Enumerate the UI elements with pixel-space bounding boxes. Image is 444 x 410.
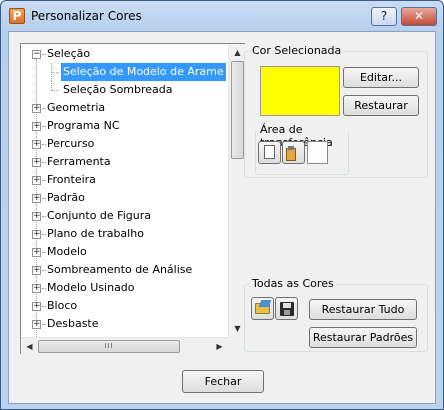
- tree-item-label: Seleção Sombreada: [63, 83, 173, 96]
- dialog-window: P Personalizar Cores ? ✕ − Seleção Seleção…: [0, 0, 444, 410]
- expand-plus-icon[interactable]: +: [32, 302, 41, 311]
- expand-plus-icon[interactable]: +: [32, 230, 41, 239]
- save-disk-icon-label: [283, 303, 291, 308]
- tree-item-label: Percurso: [47, 137, 95, 150]
- tree-connector: [51, 81, 52, 90]
- tree-item[interactable]: + Percurso: [21, 135, 228, 153]
- tree-connector: [51, 90, 59, 91]
- collapse-minus-icon[interactable]: −: [32, 50, 41, 59]
- expand-plus-icon[interactable]: +: [32, 284, 41, 293]
- tree-item-label: Seleção de Modelo de Arame: [61, 63, 226, 81]
- save-disk-icon-shutter: [284, 310, 290, 315]
- expand-plus-icon[interactable]: +: [32, 266, 41, 275]
- tree-item-label: Seleção: [47, 47, 91, 60]
- expand-plus-icon[interactable]: +: [32, 212, 41, 221]
- save-colors-button[interactable]: [275, 297, 298, 320]
- tree-horizontal-scrollbar[interactable]: ◀ III ▶: [21, 337, 228, 354]
- tree-item-label: Bloco: [47, 299, 78, 312]
- tree-item-label: Modelo Usinado: [47, 281, 135, 294]
- expand-plus-icon[interactable]: +: [32, 104, 41, 113]
- expand-plus-icon[interactable]: +: [32, 320, 41, 329]
- tree-item[interactable]: + Geometria: [21, 99, 228, 117]
- expand-plus-icon[interactable]: +: [32, 176, 41, 185]
- tree-item-label: Padrão: [47, 191, 85, 204]
- save-disk-icon: [280, 302, 294, 316]
- dialog-client-area: − Seleção Seleção de Modelo de Arame Seleçã…: [8, 31, 436, 404]
- tree-items-container: − Seleção Seleção de Modelo de Arame Seleçã…: [21, 44, 228, 337]
- tree-item[interactable]: − Seleção: [21, 45, 228, 63]
- tree-item-label: Conjunto de Figura: [47, 209, 151, 222]
- paste-icon-clip: [288, 146, 294, 150]
- tree-item[interactable]: Seleção de Modelo de Arame: [21, 63, 228, 81]
- expand-plus-icon[interactable]: +: [32, 248, 41, 257]
- selected-color-group-label: Cor Selecionada: [250, 44, 344, 57]
- all-colors-group: Todas as Cores Restaurar Tudo Restaurar …: [244, 277, 428, 352]
- tree-item[interactable]: + Ferramenta: [21, 153, 228, 171]
- restore-defaults-button[interactable]: Restaurar Padrões: [309, 327, 417, 348]
- restore-all-button[interactable]: Restaurar Tudo: [309, 299, 417, 320]
- expand-plus-icon[interactable]: +: [32, 122, 41, 131]
- tree-item[interactable]: + Plano de trabalho: [21, 225, 228, 243]
- tree-item[interactable]: + Fronteira: [21, 171, 228, 189]
- expand-plus-icon[interactable]: +: [32, 140, 41, 149]
- tree-item[interactable]: + Desbaste: [21, 315, 228, 333]
- tree-item-label: Ferramenta: [47, 155, 111, 168]
- open-colors-button[interactable]: [251, 297, 274, 320]
- scroll-right-arrow-icon[interactable]: ▶: [211, 338, 228, 355]
- expand-plus-icon[interactable]: +: [32, 158, 41, 167]
- tree-item-label: Modelo: [47, 245, 87, 258]
- tree-item-label: Geometria: [47, 101, 106, 114]
- tree-item-label: Desbaste: [47, 317, 99, 330]
- clipboard-group: Área de transferência: [255, 123, 349, 175]
- expand-plus-icon[interactable]: +: [32, 194, 41, 203]
- tree-connector: [51, 63, 52, 81]
- horizontal-scroll-thumb[interactable]: III: [38, 340, 180, 353]
- help-button[interactable]: ?: [371, 7, 397, 26]
- all-colors-group-label: Todas as Cores: [250, 277, 336, 290]
- close-window-button[interactable]: ✕: [401, 7, 437, 26]
- tree-item-label: Fronteira: [47, 173, 96, 186]
- copy-button[interactable]: [258, 141, 281, 164]
- tree-item[interactable]: + Conjunto de Figura: [21, 207, 228, 225]
- color-category-tree[interactable]: − Seleção Seleção de Modelo de Arame Seleçã…: [20, 43, 245, 354]
- title-bar[interactable]: P Personalizar Cores ? ✕: [1, 1, 443, 31]
- clipboard-color-swatch: [307, 141, 328, 164]
- tree-item[interactable]: Seleção Sombreada: [21, 81, 228, 99]
- tree-vertical-scrollbar[interactable]: ▲ ▼: [228, 44, 245, 337]
- restore-color-button[interactable]: Restaurar: [343, 95, 419, 116]
- paste-button[interactable]: [282, 141, 305, 164]
- scrollbar-corner: [228, 337, 245, 354]
- tree-item[interactable]: + Modelo: [21, 243, 228, 261]
- tree-item-label: Programa NC: [47, 119, 120, 132]
- app-icon: P: [9, 8, 25, 24]
- tree-item[interactable]: + Bloco: [21, 297, 228, 315]
- tree-item[interactable]: + Programa NC: [21, 117, 228, 135]
- vertical-scroll-thumb[interactable]: [231, 61, 244, 159]
- tree-item-label: Sombreamento de Análise: [47, 263, 193, 276]
- window-title: Personalizar Cores: [31, 9, 142, 23]
- close-button[interactable]: Fechar: [182, 370, 264, 393]
- tree-item[interactable]: + Padrão: [21, 189, 228, 207]
- tree-connector: [51, 72, 59, 73]
- tree-item-label: Plano de trabalho: [47, 227, 144, 240]
- tree-item[interactable]: + Sombreamento de Análise: [21, 261, 228, 279]
- selected-color-swatch: [260, 66, 340, 116]
- copy-icon: [264, 145, 275, 159]
- scroll-left-arrow-icon[interactable]: ◀: [21, 338, 38, 355]
- tree-item[interactable]: + Modelo Usinado: [21, 279, 228, 297]
- edit-color-button[interactable]: Editar...: [343, 67, 419, 88]
- selected-color-group: Cor Selecionada Editar... Restaurar Área…: [244, 44, 428, 178]
